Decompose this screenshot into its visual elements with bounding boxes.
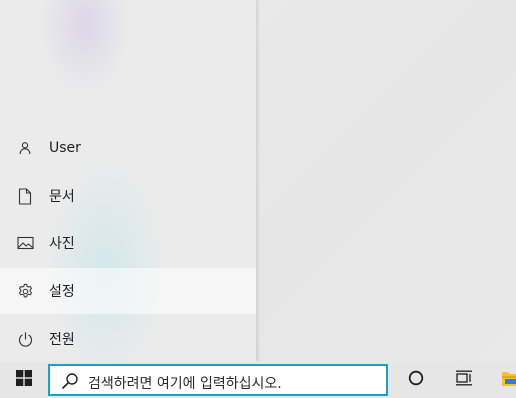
file-explorer-button[interactable] <box>494 362 516 398</box>
windows-logo-icon <box>16 370 32 390</box>
task-view-icon <box>455 370 473 390</box>
start-item-documents[interactable]: 문서 <box>0 173 256 219</box>
search-icon <box>61 372 79 390</box>
start-item-power[interactable]: 전원 <box>0 316 256 362</box>
taskbar-search-box[interactable]: 검색하려면 여기에 입력하십시오. <box>48 364 388 396</box>
task-view-button[interactable] <box>441 362 487 398</box>
start-item-user[interactable]: User <box>0 125 256 171</box>
start-item-pictures[interactable]: 사진 <box>0 220 256 266</box>
start-item-user-label: User <box>49 140 81 156</box>
document-icon <box>16 187 34 205</box>
search-placeholder: 검색하려면 여기에 입력하십시오. <box>88 376 282 392</box>
start-item-pictures-label: 사진 <box>49 236 75 252</box>
gear-icon <box>16 282 34 300</box>
start-item-settings[interactable]: 설정 <box>0 268 256 314</box>
user-icon <box>16 139 34 157</box>
start-item-documents-label: 문서 <box>49 189 75 205</box>
cortana-button[interactable] <box>393 362 439 398</box>
start-menu-panel: User 문서 사진 설정 전원 <box>0 0 256 362</box>
pictures-icon <box>16 234 34 252</box>
start-item-power-label: 전원 <box>49 332 75 348</box>
cortana-circle-icon <box>408 370 424 390</box>
start-item-settings-label: 설정 <box>49 284 75 300</box>
start-button[interactable] <box>0 362 48 398</box>
folder-icon <box>494 370 516 390</box>
power-icon <box>16 330 34 348</box>
taskbar: 검색하려면 여기에 입력하십시오. <box>0 362 516 398</box>
